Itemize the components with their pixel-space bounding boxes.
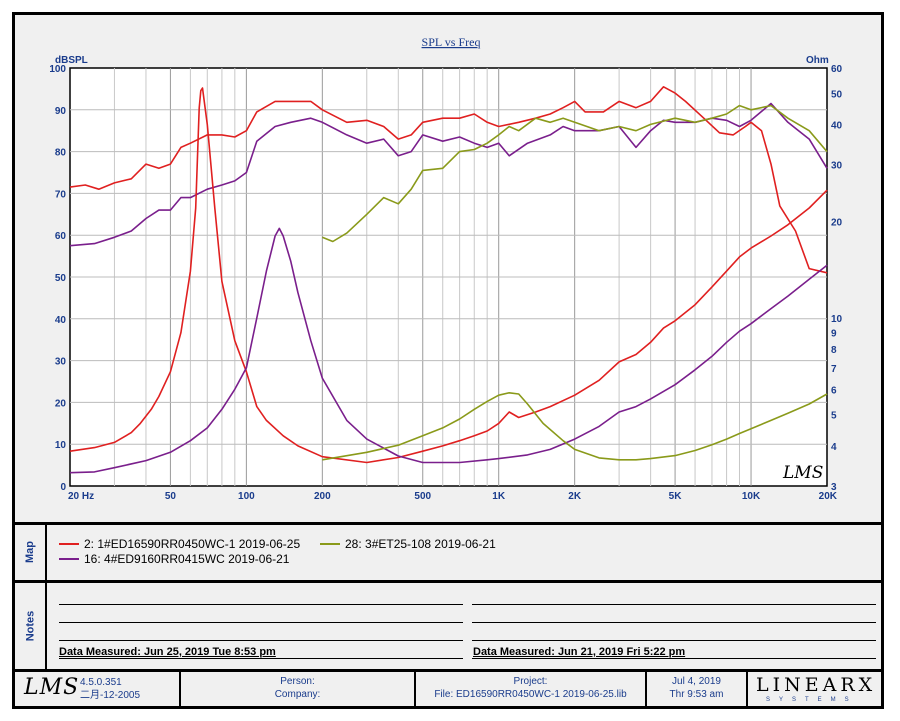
note-line: [472, 658, 876, 659]
y-left-tick-label: 70: [55, 189, 67, 200]
y-left-tick-label: 40: [55, 315, 67, 326]
legend-item-series-2[interactable]: 2: 1#ED16590RR0450WC-1 2019-06-25: [59, 537, 300, 551]
y-right-tick-label: 20: [831, 217, 843, 228]
y-right-tick-label: 3: [831, 482, 837, 493]
map-divider: [45, 522, 47, 580]
y-right-tick-label: 5: [831, 411, 837, 422]
lms-watermark: LMS: [782, 463, 823, 483]
y-left-tick-label: 20: [55, 398, 67, 409]
note-line: [472, 604, 876, 605]
chart-title: SPL vs Freq: [422, 35, 481, 49]
project-file: File: ED16590RR0450WC-1 2019-06-25.lib: [434, 689, 627, 700]
legend-item-series-16[interactable]: 16: 4#ED9160RR0415WC 2019-06-21: [59, 552, 289, 566]
linearx-systems-text: SYSTEMS: [766, 697, 858, 703]
company-label: Company:: [274, 689, 321, 700]
y-left-tick-label: 80: [55, 148, 67, 159]
y-right-tick-label: 4: [831, 442, 837, 453]
x-tick-label: 20 Hz: [68, 491, 94, 502]
linearx-logo: LINEARX: [756, 674, 877, 696]
footer-time: Thr 9:53 am: [669, 689, 724, 700]
y-left-tick-label: 90: [55, 106, 67, 117]
measured-date-right: Data Measured: Jun 21, 2019 Fri 5:22 pm: [473, 646, 686, 658]
footer-date: Jul 4, 2019: [672, 676, 721, 687]
legend-item-series-28[interactable]: 28: 3#ET25-108 2019-06-21: [320, 537, 496, 551]
x-tick-label: 1K: [492, 491, 506, 502]
version-cell: 4.5.0.351 二月-12-2005: [80, 671, 175, 712]
y-left-tick-label: 0: [60, 482, 66, 493]
y-left-tick-label: 60: [55, 231, 67, 242]
x-tick-label: 5K: [669, 491, 683, 502]
map-side-label: Map: [15, 524, 45, 580]
y-left-tick-label: 30: [55, 357, 67, 368]
project-label: Project:: [513, 676, 548, 687]
x-tick-label: 500: [414, 491, 431, 502]
note-line: [472, 622, 876, 623]
x-tick-label: 2K: [568, 491, 582, 502]
measured-date-left: Data Measured: Jun 25, 2019 Tue 8:53 pm: [59, 646, 276, 658]
version-number: 4.5.0.351: [80, 677, 122, 688]
legend-swatch: [59, 543, 79, 545]
project-cell: Project: File: ED16590RR0450WC-1 2019-06…: [416, 671, 645, 707]
map-label: Map: [24, 541, 36, 563]
footer-divider: [746, 671, 748, 707]
y-right-tick-label: 7: [831, 364, 837, 375]
y-right-tick-label: 40: [831, 121, 843, 132]
y-right-tick-label: 60: [831, 64, 843, 75]
note-line: [59, 640, 463, 641]
y-right-tick-label: 6: [831, 385, 837, 396]
legend-text: 28: 3#ET25-108 2019-06-21: [345, 537, 496, 551]
note-line: [59, 622, 463, 623]
y-right-tick-label: 30: [831, 161, 843, 172]
y-right-axis-label: Ohm: [806, 55, 829, 66]
legend-text: 2: 1#ED16590RR0450WC-1 2019-06-25: [84, 537, 301, 551]
y-left-tick-label: 50: [55, 273, 67, 284]
x-tick-label: 200: [314, 491, 331, 502]
person-cell: Person: Company:: [181, 671, 414, 707]
legend-text: 16: 4#ED9160RR0415WC 2019-06-21: [84, 552, 290, 566]
x-tick-label: 10K: [742, 491, 761, 502]
notes-side-label: Notes: [15, 583, 45, 669]
notes-label: Notes: [24, 610, 36, 642]
y-right-tick-label: 10: [831, 314, 843, 325]
datetime-cell: Jul 4, 2019 Thr 9:53 am: [647, 671, 746, 707]
lms-logo: LMS: [24, 675, 80, 700]
x-tick-label: 100: [238, 491, 255, 502]
note-line: [472, 640, 876, 641]
y-right-tick-label: 9: [831, 329, 837, 340]
x-tick-label: 50: [165, 491, 177, 502]
y-right-tick-label: 50: [831, 89, 843, 100]
person-label: Person:: [280, 676, 315, 687]
y-left-tick-label: 10: [55, 440, 67, 451]
notes-divider: [45, 582, 47, 669]
spl-vs-freq-chart: SPL vs Freq dBSPL Ohm 20 Hz 50 100 200 500 1K…: [49, 35, 843, 502]
legend-swatch: [320, 543, 340, 545]
legend-swatch: [59, 558, 79, 560]
note-line: [59, 604, 463, 605]
y-left-tick-label: 100: [49, 64, 66, 75]
version-date: 二月-12-2005: [80, 690, 141, 701]
y-right-tick-label: 8: [831, 345, 837, 356]
note-line: [59, 658, 463, 659]
